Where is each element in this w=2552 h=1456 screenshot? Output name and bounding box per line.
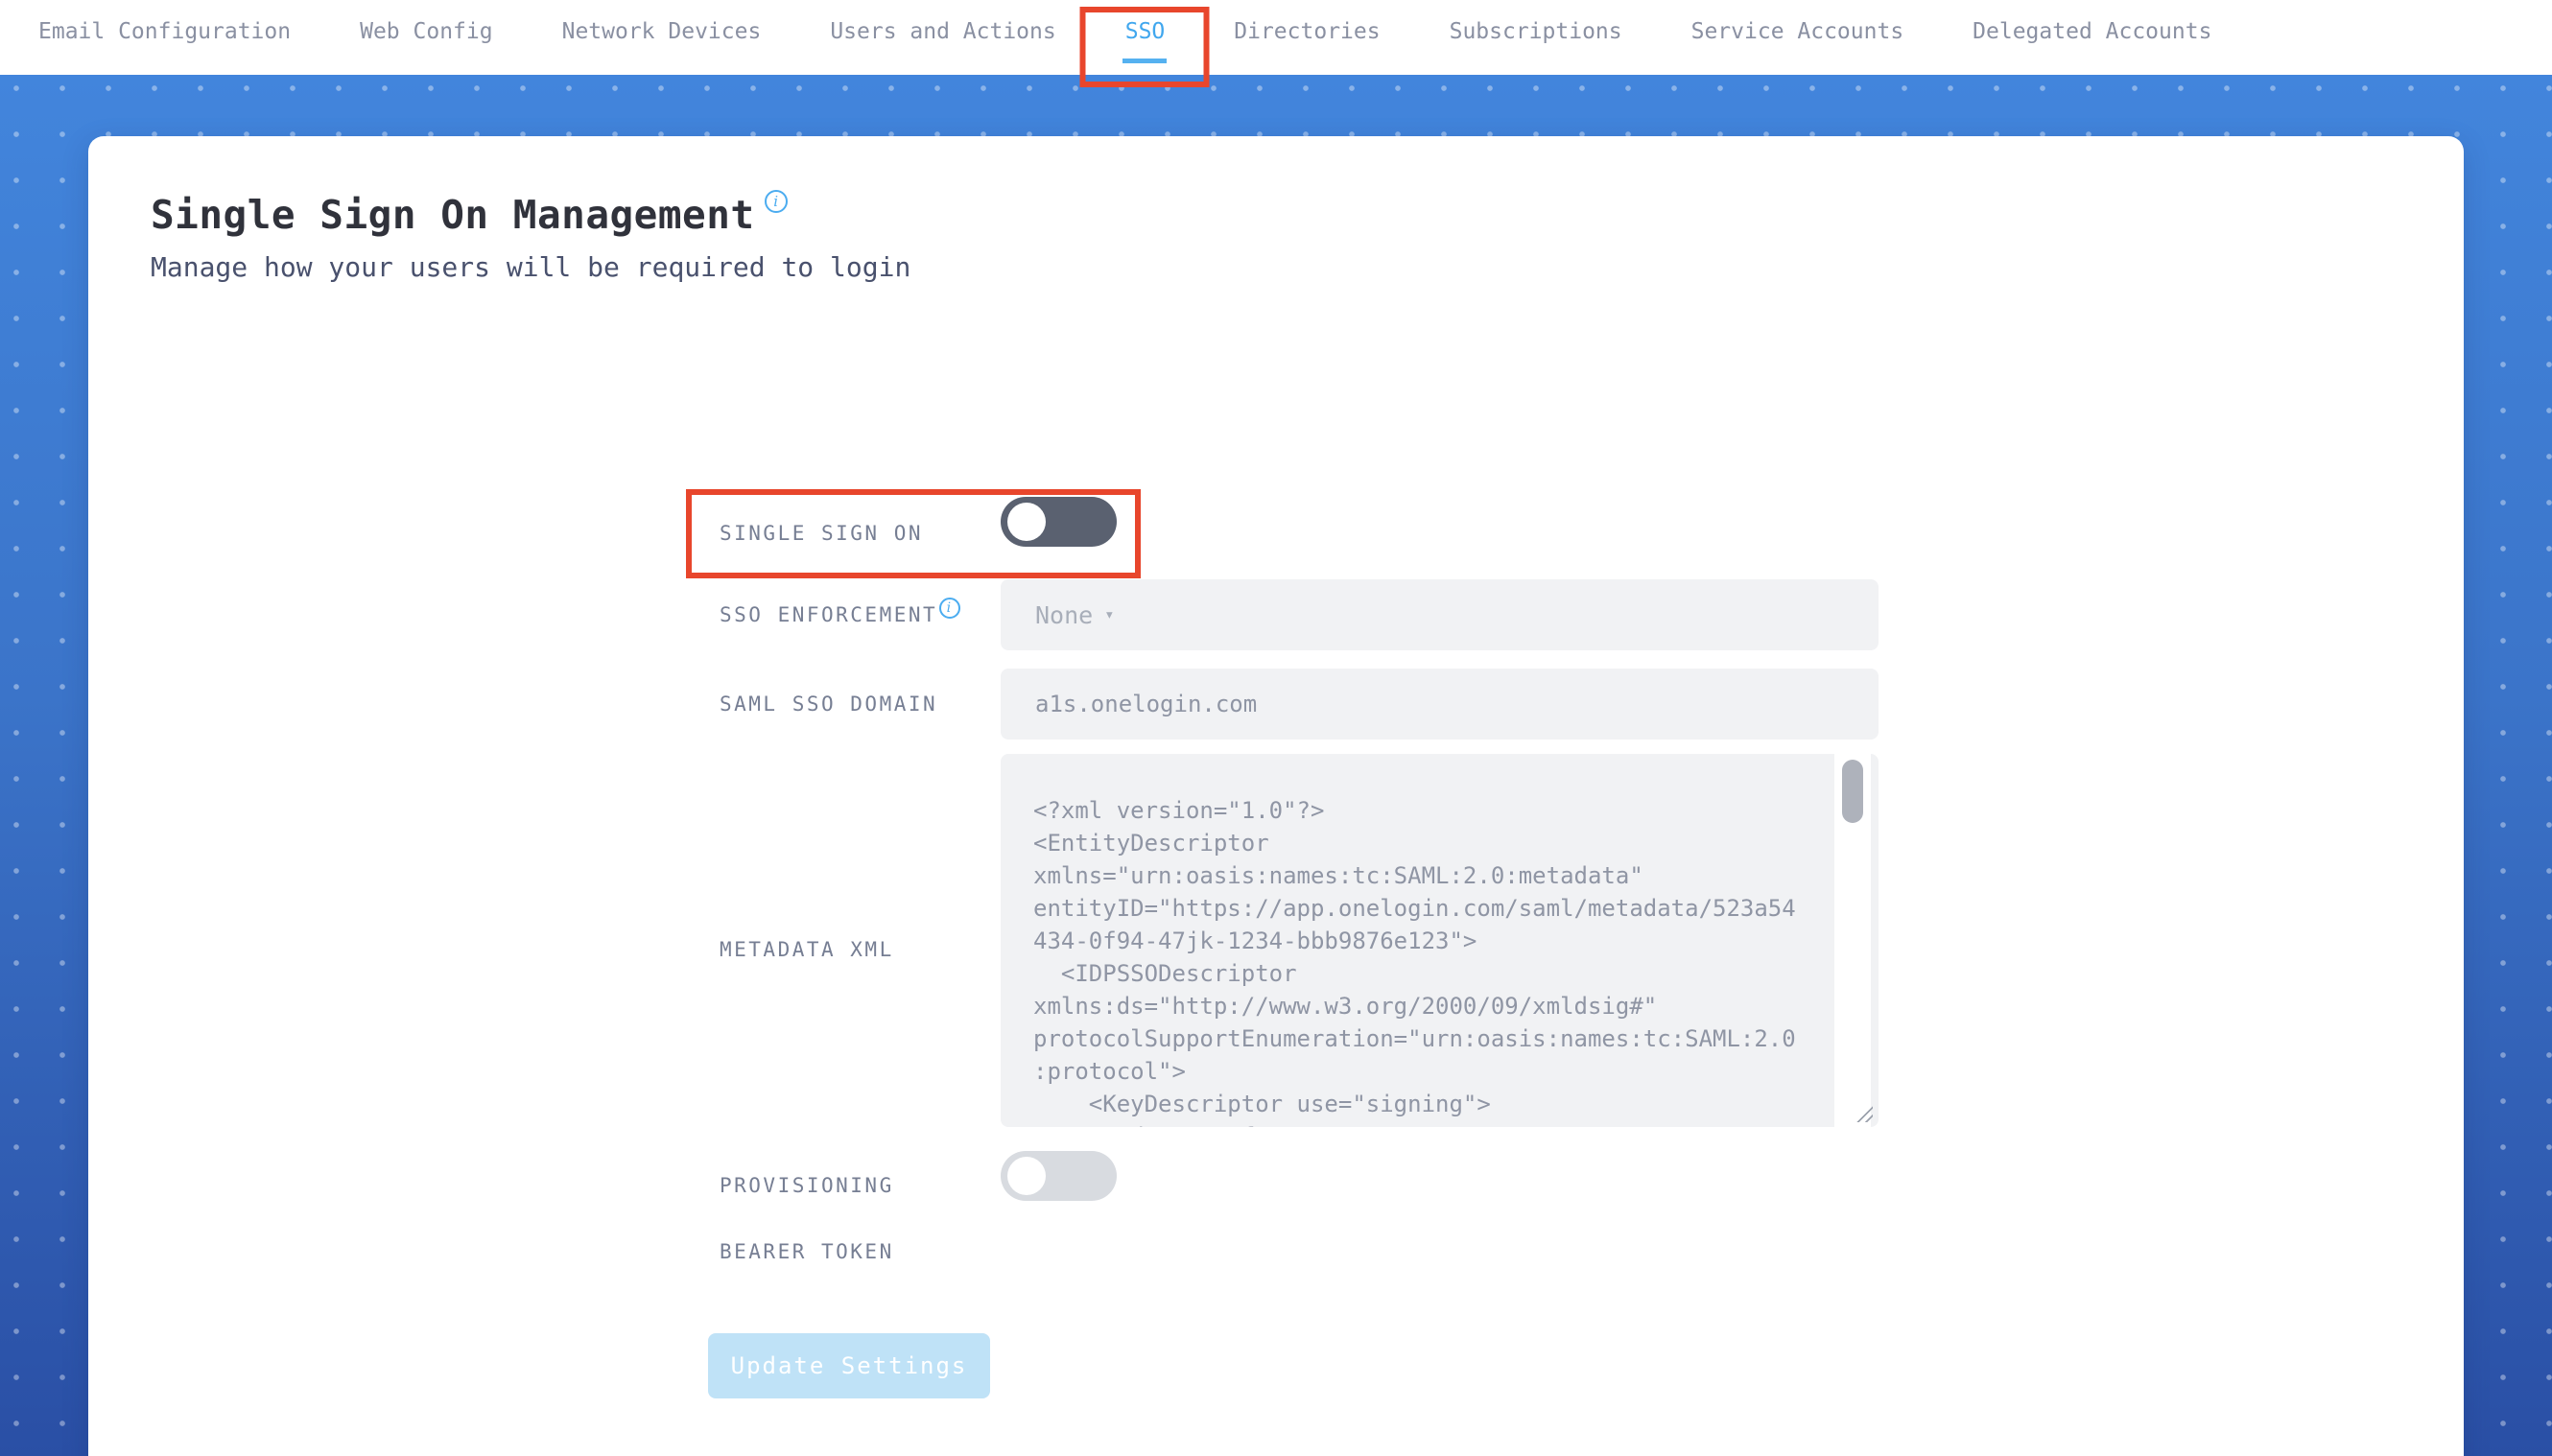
single-sign-on-label: SINGLE SIGN ON (720, 522, 924, 545)
textarea-scrollbar-thumb[interactable] (1842, 760, 1863, 823)
chevron-down-icon: ▾ (1104, 605, 1115, 624)
sso-enforcement-value: None (1035, 600, 1094, 629)
sso-enforcement-label: SSO ENFORCEMENT i (720, 598, 961, 628)
tab-label: Users and Actions (830, 19, 1056, 44)
info-icon[interactable]: i (764, 190, 788, 213)
info-icon[interactable]: i (939, 598, 961, 619)
page-subtitle: Manage how your users will be required t… (151, 251, 911, 283)
settings-tab-bar: Email Configuration Web Config Network D… (0, 0, 2552, 87)
bearer-token-label: BEARER TOKEN (720, 1240, 894, 1263)
tab-label: Network Devices (561, 19, 762, 44)
card-header: Single Sign On Management i Manage how y… (151, 190, 911, 283)
tab-label: Subscriptions (1449, 19, 1622, 44)
toggle-knob (1007, 1157, 1046, 1195)
saml-sso-domain-label: SAML SSO DOMAIN (720, 693, 938, 716)
metadata-xml-textarea[interactable]: <?xml version="1.0"?> <EntityDescriptor … (1001, 754, 1879, 1127)
tab-network-devices[interactable]: Network Devices (562, 0, 762, 63)
tab-label: Web Config (360, 19, 493, 44)
provisioning-toggle[interactable] (1001, 1151, 1117, 1201)
tab-label: SSO (1124, 19, 1166, 44)
active-tab-underline (1122, 59, 1168, 63)
tab-directories[interactable]: Directories (1234, 0, 1380, 63)
update-settings-button[interactable]: Update Settings (708, 1333, 990, 1398)
sso-enforcement-dropdown[interactable]: None ▾ (1001, 579, 1879, 650)
tab-sso[interactable]: SSO (1079, 0, 1210, 87)
saml-sso-domain-input[interactable]: a1s.onelogin.com (1001, 669, 1879, 740)
tab-delegated-accounts[interactable]: Delegated Accounts (1973, 0, 2211, 63)
sso-management-card: Single Sign On Management i Manage how y… (88, 136, 2464, 1456)
metadata-xml-label: METADATA XML (720, 938, 894, 961)
tab-subscriptions[interactable]: Subscriptions (1450, 0, 1622, 63)
tab-users-and-actions[interactable]: Users and Actions (830, 0, 1055, 63)
provisioning-label: PROVISIONING (720, 1174, 894, 1197)
sso-enforcement-label-text: SSO ENFORCEMENT (720, 603, 938, 626)
page-title: Single Sign On Management (151, 192, 755, 238)
saml-sso-domain-value: a1s.onelogin.com (1035, 691, 1258, 717)
tab-label: Service Accounts (1690, 19, 1904, 44)
tab-list: Email Configuration Web Config Network D… (0, 0, 2552, 87)
tab-web-config[interactable]: Web Config (360, 0, 492, 63)
tab-email-configuration[interactable]: Email Configuration (38, 0, 291, 63)
tab-label: Directories (1234, 19, 1381, 44)
tab-label: Delegated Accounts (1973, 19, 2212, 44)
tab-label: Email Configuration (38, 19, 292, 44)
toggle-knob (1007, 503, 1046, 541)
single-sign-on-toggle[interactable] (1001, 497, 1117, 547)
metadata-xml-content: <?xml version="1.0"?> <EntityDescriptor … (1033, 797, 1796, 1127)
tab-service-accounts[interactable]: Service Accounts (1691, 0, 1904, 63)
